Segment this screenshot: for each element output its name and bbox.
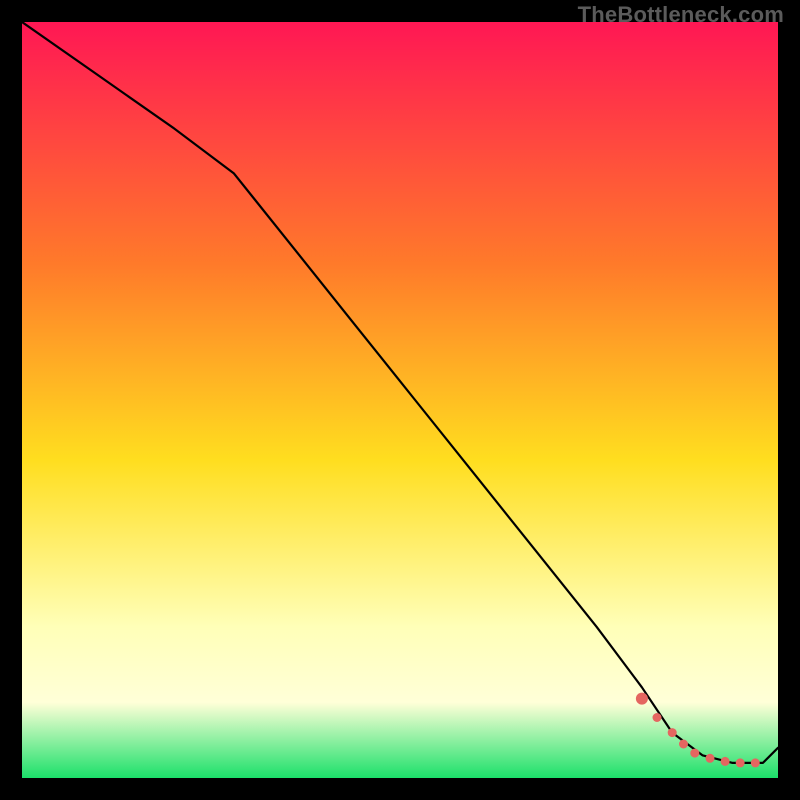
marker-dot <box>721 757 730 766</box>
chart-stage: TheBottleneck.com <box>0 0 800 800</box>
marker-dot <box>690 749 699 758</box>
gradient-background <box>22 22 778 778</box>
marker-dot <box>736 758 745 767</box>
marker-dot <box>653 713 662 722</box>
watermark-label: TheBottleneck.com <box>578 2 784 28</box>
plot-area <box>22 22 778 778</box>
marker-dot <box>679 740 688 749</box>
marker-dot <box>706 754 715 763</box>
marker-dot <box>636 693 648 705</box>
chart-svg <box>22 22 778 778</box>
marker-dot <box>668 728 677 737</box>
marker-dot <box>751 758 760 767</box>
